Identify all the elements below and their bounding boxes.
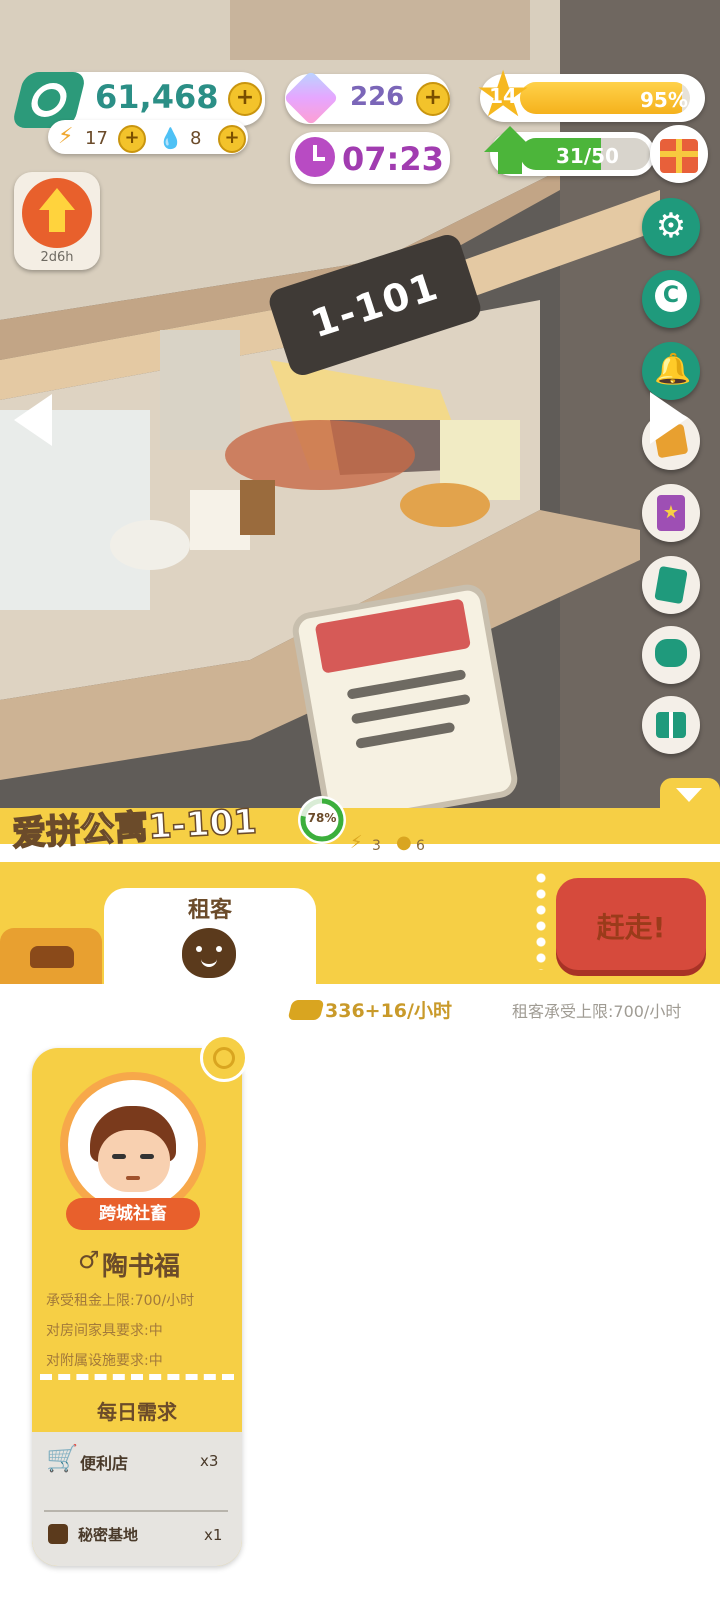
tab-furniture[interactable] [0, 928, 102, 984]
needs-divider [44, 1510, 228, 1512]
boost-button[interactable]: 2d6h [14, 172, 100, 270]
upgrade-arrow-stem [498, 150, 522, 174]
room-sign-text: 1-101 [305, 263, 445, 347]
needs-list: 🛒 便利店 x3 秘密基地 x1 [32, 1432, 242, 1566]
energy-icon: ⚡ [58, 124, 74, 149]
tab-tenant-label: 租客 [187, 898, 232, 923]
next-room-arrow-icon[interactable] [650, 392, 688, 444]
boost-timer: 2d6h [40, 250, 74, 265]
add-gems-button[interactable]: + [416, 82, 450, 116]
coins-value: 61,468 [95, 78, 219, 116]
tenant-tag: 跨城社畜 [66, 1198, 200, 1230]
collapse-tab[interactable] [660, 778, 720, 814]
tenant-furniture-req: 对房间家具要求:中 [46, 1323, 163, 1339]
tenant-avatar [60, 1072, 206, 1218]
rent-limit-text: 租客承受上限:700/小时 [512, 1002, 682, 1021]
water-cost: 6 [416, 838, 425, 854]
need-label: 秘密基地 [78, 1526, 139, 1544]
locate-button[interactable] [200, 1034, 248, 1082]
add-energy-button[interactable]: + [118, 125, 146, 153]
add-coins-button[interactable]: + [228, 82, 262, 116]
gems-value: 226 [350, 82, 405, 112]
level-progress-text: 95% [640, 88, 688, 112]
bell-icon: 🔔 [654, 352, 692, 387]
boost-arrow-icon [22, 178, 92, 248]
gift-button[interactable] [642, 696, 700, 754]
level-value: 14 [489, 84, 517, 108]
energy-cost-icon: ⚡ [350, 832, 363, 853]
notes-icon [654, 565, 688, 605]
income-value: 336+16/小时 [325, 1000, 452, 1022]
coin-shop-button[interactable]: C [642, 270, 700, 328]
tenant-rent-cap: 承受租金上限:700/小时 [46, 1293, 195, 1309]
need-count: x3 [200, 1452, 219, 1470]
occupancy-value: 78% [307, 811, 337, 825]
list-item: 🛒 便利店 x3 [32, 1432, 242, 1498]
sofa-icon [30, 946, 74, 968]
tenant-face-icon [182, 928, 236, 978]
need-label: 便利店 [80, 1454, 129, 1473]
water-cost-icon: ● [396, 832, 412, 853]
secret-base-icon [48, 1524, 68, 1544]
card-dashed-divider [40, 1374, 234, 1380]
upgrade-arrow-icon [484, 126, 536, 152]
coin-c-icon: C [655, 280, 687, 312]
settings-button[interactable]: ⚙ [642, 198, 700, 256]
list-item: 秘密基地 x1 [32, 1514, 242, 1566]
tasks-button[interactable] [642, 556, 700, 614]
tab-tenant[interactable]: 租客 [104, 888, 316, 984]
timer-value: 07:23 [342, 140, 444, 178]
daily-needs-title: 每日需求 [97, 1400, 177, 1424]
book-icon: ★ [657, 495, 685, 531]
cart-icon: 🛒 [46, 1444, 79, 1474]
tab-divider-dots [535, 870, 547, 970]
income-icon [287, 1000, 325, 1020]
clock-icon [292, 134, 338, 180]
crosshair-icon [213, 1047, 235, 1069]
add-water-button[interactable]: + [218, 125, 246, 153]
chat-bubble-icon [655, 639, 687, 667]
previous-room-arrow-icon[interactable] [14, 394, 52, 446]
water-value: 8 [190, 128, 202, 149]
gear-icon: ⚙ [655, 206, 687, 246]
gift-box-button[interactable] [650, 125, 708, 183]
evict-button[interactable]: 赶走! [556, 878, 706, 970]
water-icon: 💧 [158, 126, 183, 150]
occupancy-ring: 78% [298, 796, 346, 844]
need-count: x1 [204, 1526, 223, 1544]
energy-cost: 3 [372, 838, 381, 854]
evict-button-label: 赶走! [596, 911, 666, 944]
tenant-name: 陶书福 [102, 1252, 181, 1282]
gender-icon: ♂ [78, 1246, 100, 1274]
chat-button[interactable] [642, 626, 700, 684]
upgrade-count: 31/50 [556, 144, 619, 168]
tenant-facility-req: 对附属设施要求:中 [46, 1353, 163, 1369]
collection-book-button[interactable]: ★ [642, 484, 700, 542]
energy-value: 17 [85, 128, 108, 149]
tenant-card[interactable]: 跨城社畜 ♂ 陶书福 承受租金上限:700/小时 对房间家具要求:中 对附属设施… [32, 1048, 242, 1566]
chevron-down-icon [676, 788, 702, 802]
